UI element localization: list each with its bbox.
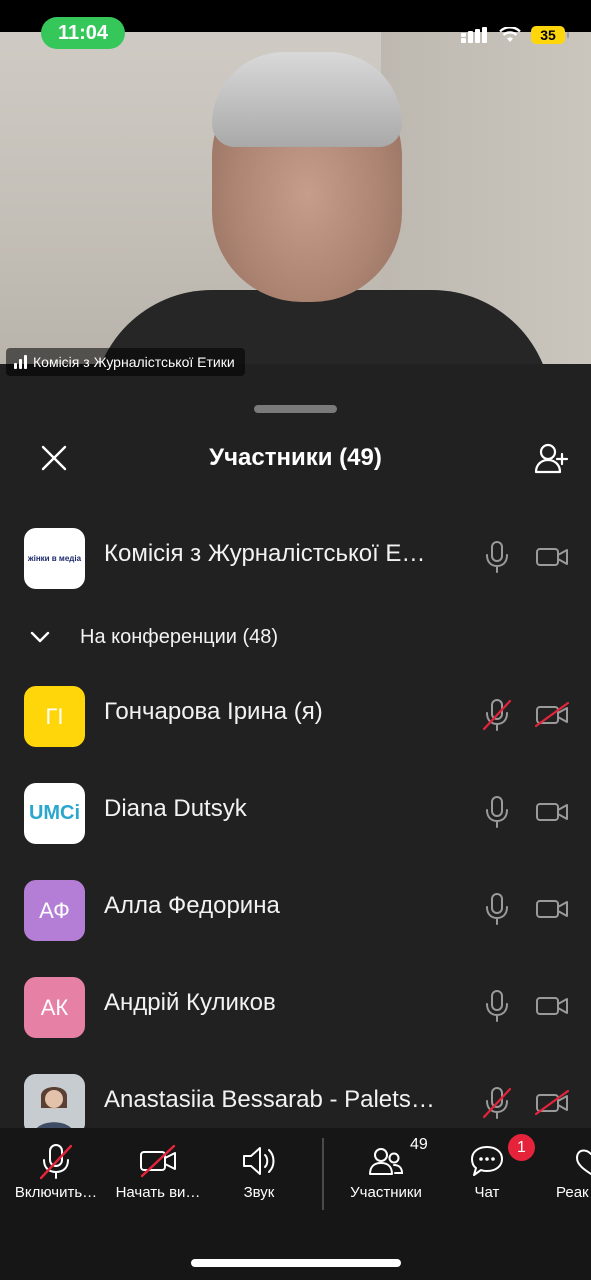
add-participant-icon[interactable] bbox=[533, 440, 569, 476]
participant-avatar: АФ bbox=[24, 880, 85, 941]
participant-row-host[interactable]: жінки в медіа Комісія з Журналістської Е… bbox=[0, 510, 591, 606]
reactions-button[interactable]: Реак bbox=[545, 1142, 591, 1201]
participant-row[interactable]: АК Андрій Куликов bbox=[0, 959, 591, 1055]
chat-unread-badge: 1 bbox=[508, 1134, 535, 1161]
chat-icon bbox=[471, 1146, 503, 1176]
chat-label: Чат bbox=[474, 1184, 500, 1201]
participant-row[interactable]: ГІ Гончарова Ірина (я) bbox=[0, 668, 591, 764]
participant-avatar: ГІ bbox=[24, 686, 85, 747]
avatar-initials: АК bbox=[40, 994, 69, 1020]
participant-avatar: UMCi bbox=[24, 783, 85, 844]
participant-name: Anastasiia Bessarab - Palets… bbox=[104, 1086, 435, 1113]
start-video-label: Начать ви… bbox=[115, 1184, 201, 1201]
host-avatar: жінки в медіа bbox=[24, 528, 85, 589]
wifi-icon bbox=[499, 27, 521, 42]
section-label: На конференции (48) bbox=[80, 626, 279, 648]
microphone-icon[interactable] bbox=[483, 989, 511, 1023]
participant-name: Гончарова Ірина (я) bbox=[104, 698, 323, 725]
active-speaker-label: Комісія з Журналістської Етики bbox=[6, 348, 245, 376]
microphone-icon[interactable] bbox=[483, 795, 511, 829]
video-camera-icon[interactable] bbox=[535, 993, 569, 1019]
microphone-muted-icon bbox=[39, 1144, 73, 1180]
active-speaker-video[interactable] bbox=[0, 32, 591, 364]
video-off-icon bbox=[140, 1144, 176, 1178]
speaker-hair bbox=[212, 52, 402, 147]
sheet-drag-handle[interactable] bbox=[254, 405, 337, 413]
sound-button[interactable]: Звук bbox=[209, 1142, 309, 1201]
sound-label: Звук bbox=[243, 1184, 275, 1201]
microphone-muted-icon[interactable] bbox=[483, 698, 511, 732]
participants-count: 49 bbox=[410, 1136, 428, 1153]
video-off-icon[interactable] bbox=[535, 702, 569, 728]
participants-title: Участники (49) bbox=[209, 444, 382, 471]
person-photo-icon bbox=[24, 1074, 85, 1135]
in-conference-section[interactable]: На конференции (48) bbox=[0, 610, 591, 666]
host-avatar-logo: жінки в медіа bbox=[27, 554, 82, 563]
speaker-name: Комісія з Журналістської Етики bbox=[33, 354, 235, 370]
avatar-initials: АФ bbox=[39, 897, 70, 923]
chevron-down-icon[interactable] bbox=[30, 630, 50, 644]
avatar-initials: ГІ bbox=[45, 703, 64, 729]
status-icons: 35 bbox=[461, 26, 569, 44]
microphone-muted-icon[interactable] bbox=[483, 1086, 511, 1120]
participants-label: Участники bbox=[350, 1184, 422, 1201]
audio-level-icon bbox=[14, 355, 27, 369]
video-camera-icon[interactable] bbox=[535, 799, 569, 825]
participants-icon bbox=[369, 1148, 404, 1175]
avatar-initials: UMCi bbox=[28, 802, 81, 824]
toolbar-divider bbox=[322, 1138, 324, 1210]
reactions-heart-icon bbox=[575, 1149, 591, 1175]
video-camera-icon[interactable] bbox=[535, 896, 569, 922]
unmute-label: Включить… bbox=[14, 1184, 98, 1201]
participant-name: Алла Федорина bbox=[104, 892, 280, 919]
video-camera-icon[interactable] bbox=[535, 544, 569, 570]
participant-name: Diana Dutsyk bbox=[104, 795, 247, 822]
participant-name: Андрій Куликов bbox=[104, 989, 276, 1016]
participant-photo-avatar bbox=[24, 1074, 85, 1135]
microphone-icon[interactable] bbox=[483, 540, 511, 574]
speaker-icon bbox=[243, 1147, 275, 1175]
participant-row[interactable]: UMCi Diana Dutsyk bbox=[0, 765, 591, 861]
microphone-icon[interactable] bbox=[483, 892, 511, 926]
start-video-button[interactable]: Начать ви… bbox=[108, 1142, 208, 1201]
status-time: 11:04 bbox=[41, 17, 125, 49]
home-indicator[interactable] bbox=[191, 1259, 401, 1267]
battery-indicator: 35 bbox=[531, 26, 569, 44]
participant-name: Комісія з Журналістської Е… bbox=[104, 540, 426, 567]
cellular-signal-icon bbox=[461, 27, 487, 43]
participant-row[interactable]: АФ Алла Федорина bbox=[0, 862, 591, 958]
participant-avatar: АК bbox=[24, 977, 85, 1038]
unmute-button[interactable]: Включить… bbox=[6, 1142, 106, 1201]
meeting-toolbar: Включить… Начать ви… Звук Участники 49 Ч… bbox=[0, 1128, 591, 1280]
reactions-label: Реак bbox=[556, 1184, 589, 1201]
video-off-icon[interactable] bbox=[535, 1090, 569, 1116]
